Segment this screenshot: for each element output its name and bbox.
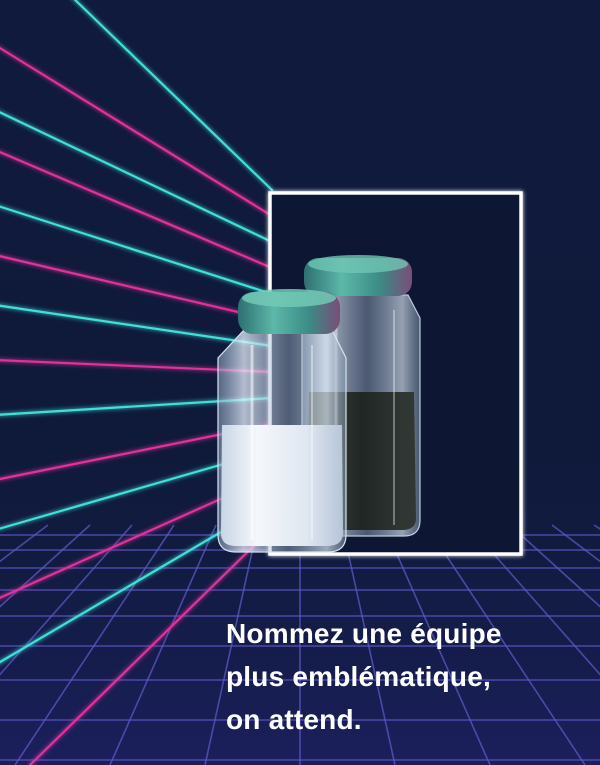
neon-beam [0,255,274,322]
neon-beam [73,0,274,192]
caption-line-3: on attend. [226,704,362,735]
caption-line-1: Nommez une équipe [226,618,502,649]
neon-beam [0,46,274,218]
caption-line-2: plus emblématique, [226,661,491,692]
salt-shaker [217,289,347,553]
neon-beam [0,111,274,244]
caption-text: Nommez une équipe plus emblématique, on … [226,612,586,741]
poster: Nommez une équipe plus emblématique, on … [0,0,600,765]
